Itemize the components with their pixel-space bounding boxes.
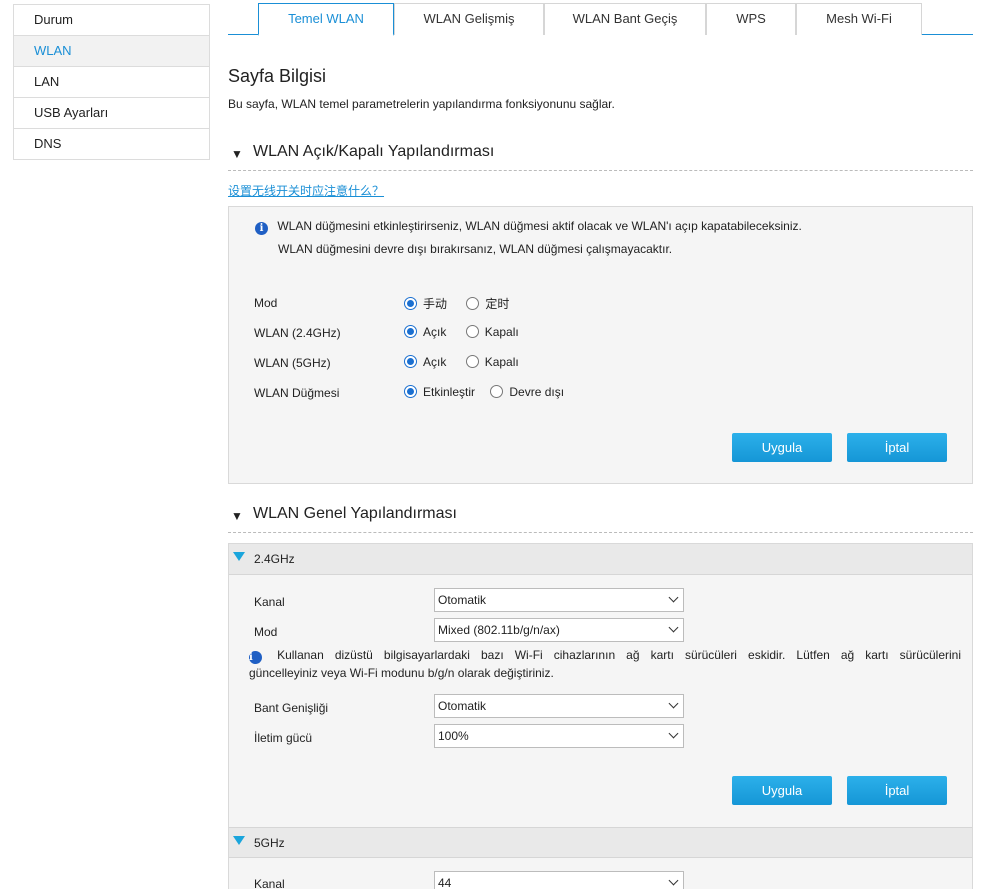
info-icon: i bbox=[249, 651, 262, 664]
tab-wlan-gelismis[interactable]: WLAN Gelişmiş bbox=[394, 3, 544, 35]
sidebar-item-usb[interactable]: USB Ayarları bbox=[14, 98, 209, 129]
tab-bar: Temel WLAN WLAN Gelişmiş WLAN Bant Geçiş… bbox=[228, 3, 973, 36]
wifi-mode-select[interactable]: Mixed (802.11b/g/n/ax) bbox=[434, 618, 684, 642]
chevron-down-icon bbox=[668, 622, 679, 633]
switch-section-header[interactable]: ▼ WLAN Açık/Kapalı Yapılandırması bbox=[228, 141, 973, 171]
wlan-button-enable-radio[interactable]: Etkinleştir bbox=[404, 385, 475, 399]
sidebar-nav: Durum WLAN LAN USB Ayarları DNS bbox=[13, 4, 210, 160]
radio-checked-icon bbox=[404, 385, 417, 398]
band-expand-icon bbox=[233, 552, 245, 561]
sidebar-item-dns[interactable]: DNS bbox=[14, 129, 209, 160]
radio-checked-icon bbox=[404, 325, 417, 338]
band24-title: 2.4GHz bbox=[254, 552, 295, 566]
mode-note-line2: güncelleyiniz veya Wi-Fi modunu b/g/n ol… bbox=[249, 666, 554, 680]
band24-cancel-button[interactable]: İptal bbox=[847, 776, 947, 805]
wlan5-on-radio[interactable]: Açık bbox=[404, 355, 446, 369]
radio-unchecked-icon bbox=[490, 385, 504, 398]
wlan24-label: WLAN (2.4GHz) bbox=[254, 326, 341, 340]
bandwidth-select[interactable]: Otomatik bbox=[434, 694, 684, 718]
sidebar-item-durum[interactable]: Durum bbox=[14, 5, 209, 36]
general-section-header[interactable]: ▼ WLAN Genel Yapılandırması bbox=[228, 503, 973, 533]
page-title: Sayfa Bilgisi bbox=[228, 66, 327, 86]
wifi-mode-label: Mod bbox=[254, 625, 278, 639]
radio-checked-icon bbox=[404, 355, 417, 368]
band5-channel-label: Kanal bbox=[254, 877, 285, 889]
wlan-button-disable-radio[interactable]: Devre dışı bbox=[490, 385, 564, 399]
channel-select[interactable]: Otomatik bbox=[434, 588, 684, 612]
band24-apply-button[interactable]: Uygula bbox=[732, 776, 832, 805]
channel-label: Kanal bbox=[254, 595, 285, 609]
sidebar-item-wlan[interactable]: WLAN bbox=[14, 36, 209, 67]
wlan5-off-radio[interactable]: Kapalı bbox=[465, 355, 519, 369]
collapse-triangle-icon: ▼ bbox=[231, 147, 243, 161]
tx-power-label: İletim gücü bbox=[254, 731, 313, 745]
sidebar-item-lan[interactable]: LAN bbox=[14, 67, 209, 98]
chevron-down-icon bbox=[668, 592, 679, 603]
radio-unchecked-icon bbox=[465, 325, 479, 338]
switch-section-title: WLAN Açık/Kapalı Yapılandırması bbox=[253, 143, 495, 160]
band5-channel-select[interactable]: 44 bbox=[434, 871, 684, 889]
wlan24-on-radio[interactable]: Açık bbox=[404, 325, 446, 339]
chevron-down-icon bbox=[668, 875, 679, 886]
mod-radio-group: 手动 定时 bbox=[404, 295, 525, 311]
wlan24-off-radio[interactable]: Kapalı bbox=[465, 325, 519, 339]
band5-title: 5GHz bbox=[254, 836, 285, 850]
info-icon: i bbox=[255, 222, 268, 235]
wlan-button-label: WLAN Düğmesi bbox=[254, 386, 340, 400]
help-link[interactable]: 设置无线开关时应注意什么？ bbox=[228, 182, 384, 199]
collapse-triangle-icon: ▼ bbox=[231, 509, 243, 523]
wlan-button-radio-group: Etkinleştir Devre dışı bbox=[404, 385, 580, 401]
wlan5-label: WLAN (5GHz) bbox=[254, 356, 331, 370]
switch-apply-button[interactable]: Uygula bbox=[732, 433, 832, 462]
tab-wps[interactable]: WPS bbox=[706, 3, 796, 35]
radio-unchecked-icon bbox=[465, 355, 479, 368]
wlan5-radio-group: Açık Kapalı bbox=[404, 355, 535, 371]
bandwidth-label: Bant Genişliği bbox=[254, 701, 329, 715]
general-section-title: WLAN Genel Yapılandırması bbox=[253, 505, 457, 522]
band24-header[interactable]: 2.4GHz bbox=[229, 544, 972, 575]
chevron-down-icon bbox=[668, 698, 679, 709]
chevron-down-icon bbox=[668, 728, 679, 739]
tab-wlan-bant-gecis[interactable]: WLAN Bant Geçiş bbox=[544, 3, 706, 35]
switch-note-line1: i WLAN düğmesini etkinleştirirseniz, WLA… bbox=[255, 219, 802, 235]
radio-unchecked-icon bbox=[466, 297, 480, 310]
tab-mesh-wifi[interactable]: Mesh Wi-Fi bbox=[796, 3, 922, 35]
radio-checked-icon bbox=[404, 297, 417, 310]
switch-note-line2: WLAN düğmesini devre dışı bırakırsanız, … bbox=[278, 242, 673, 256]
switch-cancel-button[interactable]: İptal bbox=[847, 433, 947, 462]
band-expand-icon bbox=[233, 836, 245, 845]
mode-note-line1: i Kullanan dizüstü bilgisayarlardaki baz… bbox=[249, 648, 961, 664]
mod-manual-radio[interactable]: 手动 bbox=[404, 295, 447, 312]
band5-header[interactable]: 5GHz bbox=[229, 827, 972, 858]
switch-config-panel: i WLAN düğmesini etkinleştirirseniz, WLA… bbox=[228, 206, 973, 484]
general-config-panel: 2.4GHz Kanal Otomatik Mod Mixed (802.11b… bbox=[228, 543, 973, 889]
mod-timed-radio[interactable]: 定时 bbox=[466, 295, 509, 312]
page-description: Bu sayfa, WLAN temel parametrelerin yapı… bbox=[228, 97, 615, 111]
tx-power-select[interactable]: 100% bbox=[434, 724, 684, 748]
mod-label: Mod bbox=[254, 296, 278, 310]
wlan24-radio-group: Açık Kapalı bbox=[404, 325, 535, 341]
tab-temel-wlan[interactable]: Temel WLAN bbox=[258, 3, 394, 36]
